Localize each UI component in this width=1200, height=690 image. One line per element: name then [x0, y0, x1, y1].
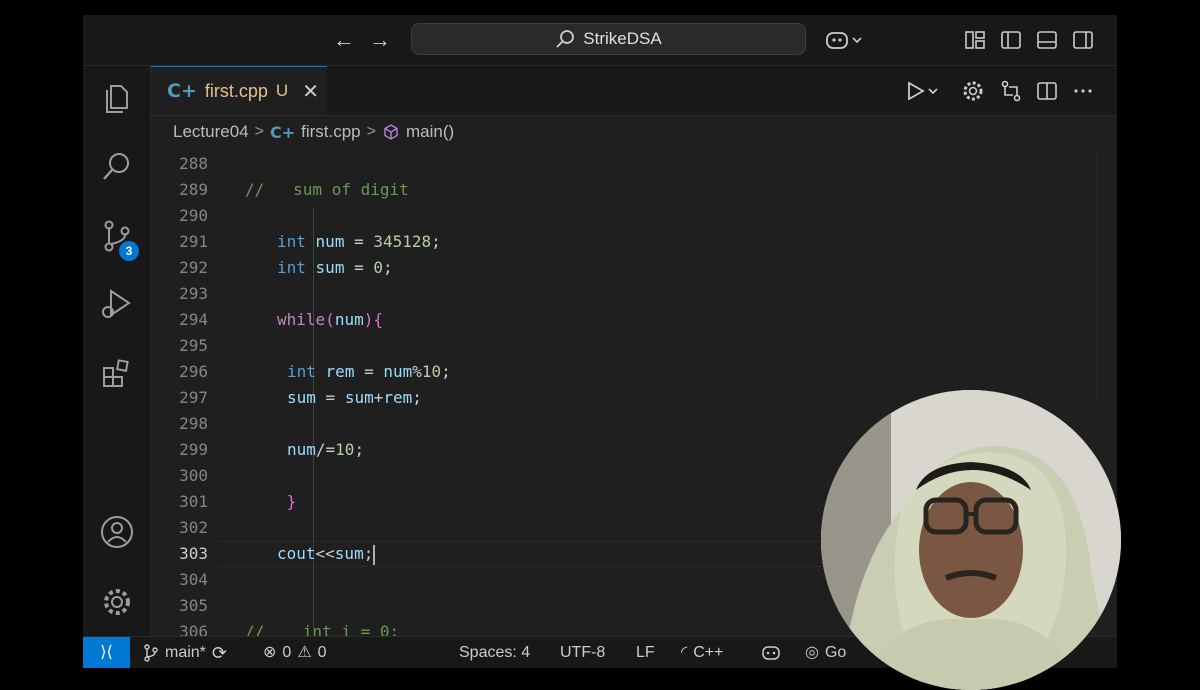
- chevron-right-icon: >: [254, 123, 264, 140]
- breadcrumb-symbol[interactable]: main(): [406, 122, 454, 142]
- editor-scrollbar[interactable]: [1097, 151, 1112, 401]
- toggle-secondary-sidebar-icon[interactable]: [1071, 28, 1095, 52]
- tab-git-status: U: [275, 81, 289, 100]
- copilot-icon[interactable]: [825, 28, 865, 52]
- encoding-indicator[interactable]: UTF-8: [560, 637, 605, 668]
- toggle-primary-sidebar-icon[interactable]: [999, 28, 1023, 52]
- compare-changes-icon[interactable]: [999, 79, 1023, 103]
- error-icon: ⊗: [263, 644, 277, 661]
- code-line: 291 int num = 345128;: [179, 232, 441, 251]
- toggle-panel-icon[interactable]: [1035, 28, 1059, 52]
- code-line: 288: [179, 154, 208, 173]
- settings-gear-icon[interactable]: [961, 79, 985, 103]
- problems-indicator[interactable]: ⊗ 0 ⚠ 0: [263, 637, 327, 668]
- command-center-label: StrikeDSA: [583, 29, 662, 48]
- code-line: 292 int sum = 0;: [179, 258, 393, 277]
- git-branch-icon: [144, 644, 158, 662]
- search-view-icon[interactable]: [99, 148, 135, 184]
- method-cube-icon: [384, 124, 398, 140]
- text-cursor: [373, 544, 376, 565]
- cpp-file-icon: C+: [167, 80, 197, 102]
- chevron-right-icon: >: [366, 123, 376, 140]
- accounts-icon[interactable]: [99, 514, 135, 550]
- title-bar: ← → StrikeDSA: [83, 15, 1117, 66]
- code-line: 295: [179, 336, 208, 355]
- code-line: 290: [179, 206, 208, 225]
- code-line: 296 int rem = num%10;: [179, 362, 451, 381]
- more-actions-icon[interactable]: [1071, 79, 1095, 103]
- run-debug-icon[interactable]: [99, 286, 135, 322]
- branch-indicator[interactable]: main* ⟳: [143, 637, 227, 668]
- eol-indicator[interactable]: LF: [636, 637, 655, 668]
- customize-layout-icon[interactable]: [963, 28, 987, 52]
- explorer-icon[interactable]: [99, 80, 135, 116]
- broadcast-icon: ◎: [805, 644, 819, 661]
- run-file-icon[interactable]: [905, 79, 941, 103]
- search-icon: [556, 30, 575, 48]
- remote-icon[interactable]: ⟩⟨: [83, 637, 130, 668]
- editor-tab-bar: C+ first.cpp U ✕: [151, 66, 1117, 116]
- extensions-icon[interactable]: [99, 356, 135, 392]
- command-center-search[interactable]: StrikeDSA: [411, 23, 806, 55]
- activity-bar: 3: [83, 66, 151, 636]
- source-control-badge: 3: [119, 241, 139, 261]
- loading-spinner-icon: ◜: [681, 644, 688, 661]
- tab-filename: first.cpp: [204, 80, 268, 101]
- code-line: 294 while(num){: [179, 310, 383, 329]
- webcam-overlay: [821, 390, 1121, 690]
- sync-icon[interactable]: ⟳: [212, 637, 227, 668]
- language-mode[interactable]: ◜ C++: [681, 637, 723, 668]
- code-line: 289// sum of digit: [179, 180, 409, 199]
- indentation-indicator[interactable]: Spaces: 4: [459, 637, 530, 668]
- copilot-status-icon[interactable]: [761, 637, 781, 668]
- forward-arrow-icon[interactable]: →: [367, 27, 393, 53]
- back-arrow-icon[interactable]: ←: [331, 27, 357, 53]
- code-line: 293: [179, 284, 208, 303]
- cpp-file-icon: C+: [269, 122, 296, 142]
- breadcrumb-file[interactable]: first.cpp: [301, 122, 361, 142]
- go-live-button[interactable]: ◎ Go: [805, 637, 846, 668]
- breadcrumb-folder[interactable]: Lecture04: [173, 122, 249, 142]
- close-icon[interactable]: ✕: [302, 79, 319, 104]
- manage-gear-icon[interactable]: [99, 584, 135, 620]
- breadcrumb: Lecture04 > C+ first.cpp > main(): [151, 116, 1117, 148]
- tab-first-cpp[interactable]: C+ first.cpp U ✕: [151, 66, 327, 115]
- presenter-photo: [821, 390, 1121, 690]
- split-editor-icon[interactable]: [1035, 79, 1059, 103]
- warning-icon: ⚠: [297, 644, 312, 661]
